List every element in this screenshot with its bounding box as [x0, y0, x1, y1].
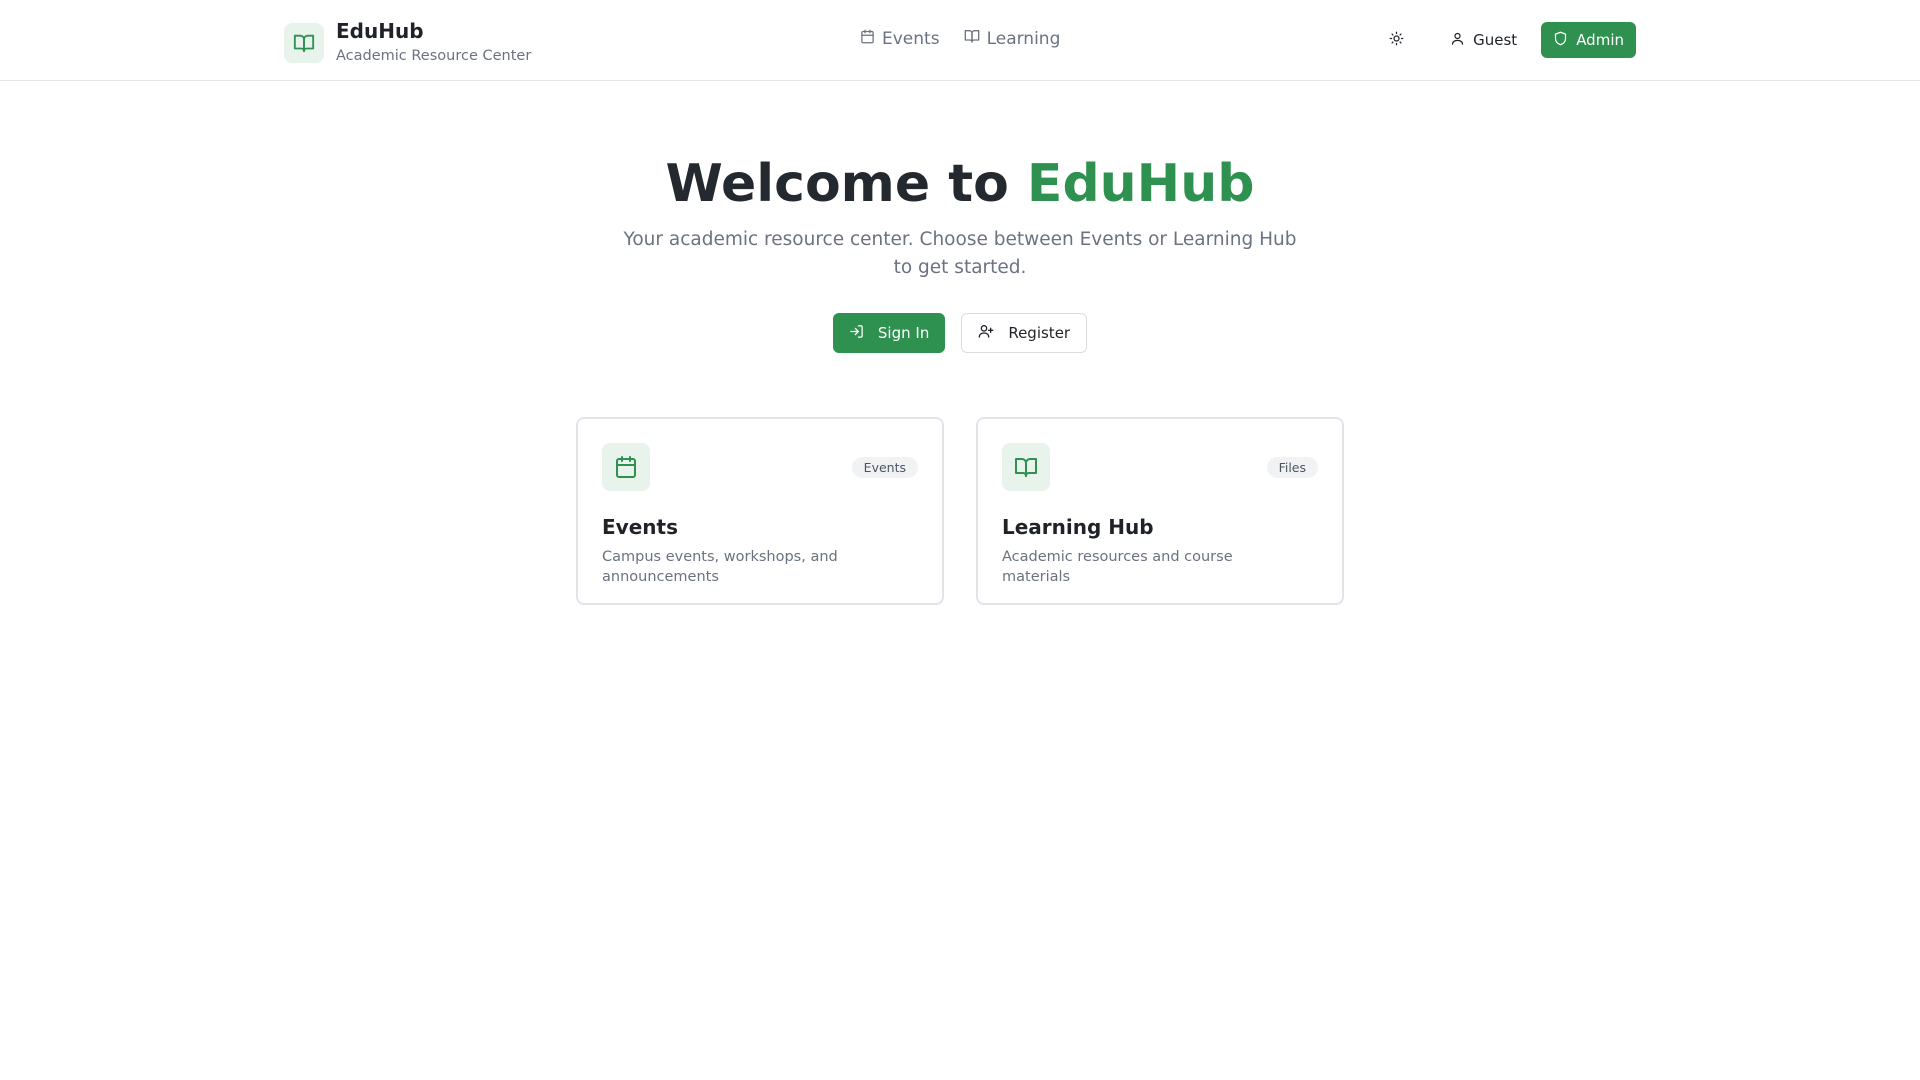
hero: Welcome to EduHub Your academic resource…	[0, 150, 1920, 282]
user-plus-icon	[978, 323, 994, 343]
brand[interactable]: EduHub Academic Resource Center	[284, 20, 531, 65]
card-description: Academic resources and course materials	[1002, 549, 1233, 585]
nav-item-learning[interactable]: Learning	[964, 28, 1061, 49]
card-title: Events	[602, 515, 678, 539]
auth-actions: Sign In Register	[0, 313, 1920, 353]
book-open-icon	[964, 28, 980, 49]
calendar-icon	[602, 443, 650, 491]
card-learning-hub[interactable]: Files Learning Hub Academic resources an…	[976, 417, 1344, 605]
sun-icon	[1389, 31, 1404, 50]
guest-label: Guest	[1473, 31, 1518, 49]
section-cards: Events Events Campus events, workshops, …	[576, 417, 1344, 605]
brand-subtitle: Academic Resource Center	[336, 48, 532, 64]
card-badge: Events	[851, 457, 918, 478]
sign-in-button[interactable]: Sign In	[832, 313, 946, 353]
theme-toggle-button[interactable]	[1378, 22, 1414, 58]
hero-title-prefix: Welcome to	[665, 154, 1027, 214]
log-in-icon	[849, 324, 864, 343]
hero-title: Welcome to EduHub	[0, 150, 1920, 218]
user-icon	[1450, 31, 1465, 50]
shield-icon	[1553, 31, 1568, 50]
nav-item-label: Learning	[986, 28, 1061, 49]
nav-item-events[interactable]: Events	[860, 29, 940, 49]
admin-button[interactable]: Admin	[1541, 22, 1636, 58]
card-description: Campus events, workshops, and announceme…	[602, 549, 838, 585]
main-nav: Events Learning	[860, 28, 1060, 49]
card-title: Learning Hub	[1002, 515, 1154, 539]
hero-subtitle: Your academic resource center. Choose be…	[623, 229, 1297, 278]
register-label: Register	[1008, 324, 1071, 342]
top-header: EduHub Academic Resource Center Events L…	[0, 0, 1920, 81]
register-button[interactable]: Register	[961, 313, 1088, 353]
hero-title-accent: EduHub	[1026, 154, 1255, 214]
book-open-icon	[1002, 443, 1050, 491]
card-events[interactable]: Events Events Campus events, workshops, …	[576, 417, 944, 605]
calendar-icon	[860, 29, 875, 49]
nav-item-label: Events	[882, 28, 940, 49]
guest-button[interactable]: Guest	[1438, 22, 1529, 58]
book-open-icon	[284, 22, 324, 63]
sign-in-label: Sign In	[877, 324, 930, 342]
header-actions: Guest Admin	[1378, 22, 1636, 58]
admin-label: Admin	[1576, 31, 1624, 49]
card-badge: Files	[1266, 457, 1318, 478]
brand-title: EduHub	[336, 19, 424, 43]
